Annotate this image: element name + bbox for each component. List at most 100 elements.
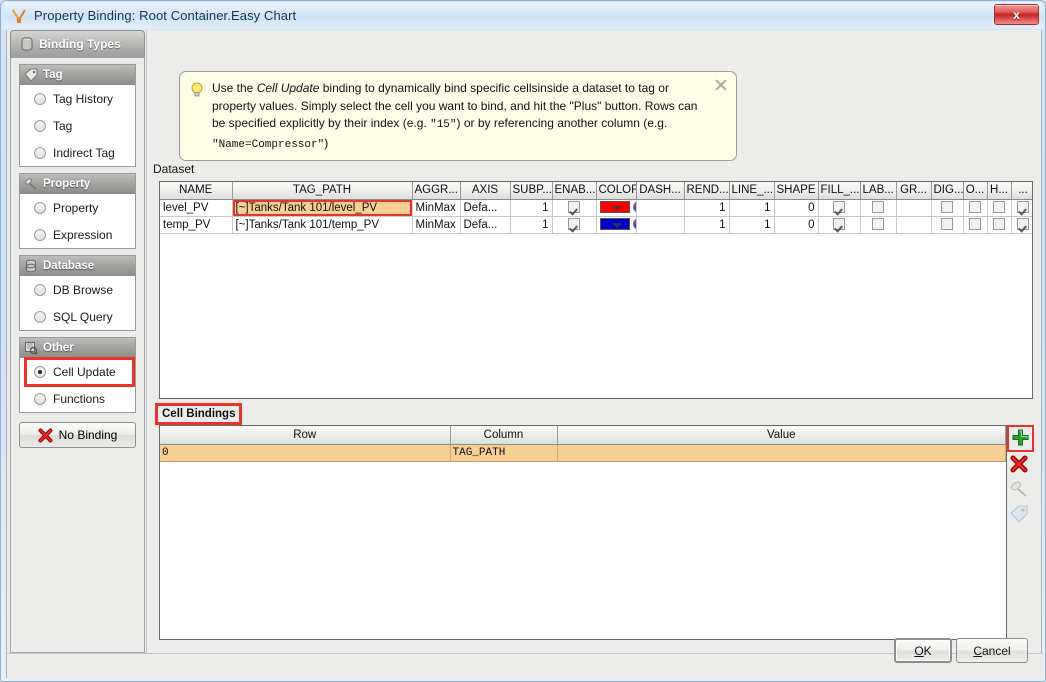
checkbox-icon[interactable]	[1017, 201, 1029, 213]
checkbox-icon[interactable]	[941, 201, 953, 213]
dataset-table[interactable]: NAME TAG_PATH AGGR... AXIS SUBP... ENAB.…	[159, 181, 1033, 399]
col-header-dig[interactable]: DIG...	[931, 182, 964, 200]
cell-rend[interactable]: 1	[684, 199, 730, 217]
col-header-rend[interactable]: REND...	[684, 182, 730, 200]
col-header-h[interactable]: H...	[987, 182, 1012, 200]
cell-bindings-table[interactable]: Row Column Value 0 TAG_PATH	[159, 425, 1007, 640]
col-header-enab[interactable]: ENAB...	[552, 182, 597, 200]
col-header-color[interactable]: COLOR	[596, 182, 637, 200]
cell-extra1[interactable]	[1011, 199, 1032, 217]
radio-indirect-tag[interactable]	[34, 146, 46, 159]
color-wheel-icon[interactable]	[632, 218, 635, 230]
checkbox-icon[interactable]	[1017, 218, 1029, 230]
sidebar-item-tag-history[interactable]: Tag History	[20, 85, 135, 112]
checkbox-icon[interactable]	[969, 218, 981, 230]
checkbox-icon[interactable]	[969, 201, 981, 213]
cell-color[interactable]	[596, 216, 637, 234]
checkbox-icon[interactable]	[872, 201, 884, 213]
col-header-line[interactable]: LINE_...	[729, 182, 775, 200]
cell-dash[interactable]	[636, 199, 685, 217]
sidebar-item-cell-update[interactable]: Cell Update	[20, 358, 135, 385]
cell-enab[interactable]	[552, 216, 597, 234]
checkbox-icon[interactable]	[568, 218, 580, 230]
cell-fill[interactable]	[818, 199, 861, 217]
col-header-dash[interactable]: DASH...	[636, 182, 685, 200]
checkbox-icon[interactable]	[993, 218, 1005, 230]
color-wheel-icon[interactable]	[632, 201, 635, 213]
col-header-o[interactable]: O...	[963, 182, 988, 200]
col-header-row[interactable]: Row	[160, 426, 451, 445]
sidebar-item-property[interactable]: Property	[20, 194, 135, 221]
add-binding-button[interactable]	[1007, 425, 1034, 452]
radio-sql-query[interactable]	[34, 310, 46, 323]
col-header-gr[interactable]: GR...	[896, 182, 932, 200]
checkbox-icon[interactable]	[833, 201, 845, 213]
cell-aggr[interactable]: MinMax	[412, 216, 461, 234]
checkbox-icon[interactable]	[568, 201, 580, 213]
cell-tag-path[interactable]: [~]Tanks/Tank 101/level_PV	[232, 199, 413, 217]
tab-binding-types[interactable]: Binding Types	[10, 30, 145, 57]
radio-db-browse[interactable]	[34, 283, 46, 296]
cell-axis[interactable]: Defa...	[460, 199, 511, 217]
col-header-extra1[interactable]: ...	[1011, 182, 1032, 200]
sidebar-item-tag[interactable]: Tag	[20, 112, 135, 139]
checkbox-icon[interactable]	[872, 218, 884, 230]
col-header-shape[interactable]: SHAPE	[774, 182, 819, 200]
color-swatch[interactable]	[599, 218, 630, 230]
cell-dig[interactable]	[931, 216, 964, 234]
cell-dash[interactable]	[636, 216, 685, 234]
col-header-value[interactable]: Value	[557, 426, 1006, 445]
radio-cell-update[interactable]	[34, 365, 46, 378]
cell-line[interactable]: 1	[729, 199, 775, 217]
cell-binding-column[interactable]: TAG_PATH	[450, 444, 558, 462]
cell-subp[interactable]: 1	[510, 199, 553, 217]
cell-h[interactable]	[987, 216, 1012, 234]
cancel-button[interactable]: Cancel	[956, 638, 1028, 663]
cell-dig[interactable]	[931, 199, 964, 217]
cell-shape[interactable]: 0	[774, 199, 819, 217]
cell-name[interactable]: level_PV	[160, 199, 233, 217]
col-header-lab[interactable]: LAB...	[860, 182, 897, 200]
cell-extra1[interactable]	[1011, 216, 1032, 234]
checkbox-icon[interactable]	[941, 218, 953, 230]
cell-gr[interactable]	[896, 216, 932, 234]
col-header-column[interactable]: Column	[450, 426, 558, 445]
radio-property[interactable]	[34, 201, 46, 214]
col-header-axis[interactable]: AXIS	[460, 182, 511, 200]
cell-subp[interactable]: 1	[510, 216, 553, 234]
sidebar-item-expression[interactable]: Expression	[20, 221, 135, 248]
cell-lab[interactable]	[860, 216, 897, 234]
col-header-fill[interactable]: FILL_...	[818, 182, 861, 200]
close-window-button[interactable]: x	[994, 4, 1039, 25]
sidebar-item-sql-query[interactable]: SQL Query	[20, 303, 135, 330]
cell-axis[interactable]: Defa...	[460, 216, 511, 234]
tag-binding-button[interactable]	[1009, 504, 1032, 527]
sidebar-item-db-browse[interactable]: DB Browse	[20, 276, 135, 303]
delete-binding-button[interactable]	[1009, 454, 1032, 477]
cell-h[interactable]	[987, 199, 1012, 217]
col-header-subp[interactable]: SUBP...	[510, 182, 553, 200]
col-header-tag-path[interactable]: TAG_PATH	[232, 182, 413, 200]
cell-fill[interactable]	[818, 216, 861, 234]
checkbox-icon[interactable]	[833, 218, 845, 230]
color-swatch[interactable]	[599, 201, 630, 213]
cell-gr[interactable]	[896, 199, 932, 217]
sidebar-item-indirect-tag[interactable]: Indirect Tag	[20, 139, 135, 166]
cell-color[interactable]	[596, 199, 637, 217]
sidebar-item-functions[interactable]: Functions	[20, 385, 135, 412]
no-binding-button[interactable]: No Binding	[19, 422, 136, 448]
cell-aggr[interactable]: MinMax	[412, 199, 461, 217]
radio-tag[interactable]	[34, 119, 46, 132]
cell-binding-row[interactable]: 0	[160, 444, 451, 462]
radio-tag-history[interactable]	[34, 92, 46, 105]
cell-binding-value[interactable]	[557, 444, 1006, 462]
ok-button[interactable]: OK	[894, 638, 952, 663]
table-row[interactable]: temp_PV [~]Tanks/Tank 101/temp_PV MinMax…	[160, 216, 1032, 234]
cell-rend[interactable]: 1	[684, 216, 730, 234]
table-row[interactable]: level_PV [~]Tanks/Tank 101/level_PV MinM…	[160, 199, 1032, 217]
cell-line[interactable]: 1	[729, 216, 775, 234]
radio-expression[interactable]	[34, 228, 46, 241]
table-row[interactable]: 0 TAG_PATH	[160, 444, 1006, 462]
hint-close-icon[interactable]	[714, 78, 728, 92]
cell-lab[interactable]	[860, 199, 897, 217]
